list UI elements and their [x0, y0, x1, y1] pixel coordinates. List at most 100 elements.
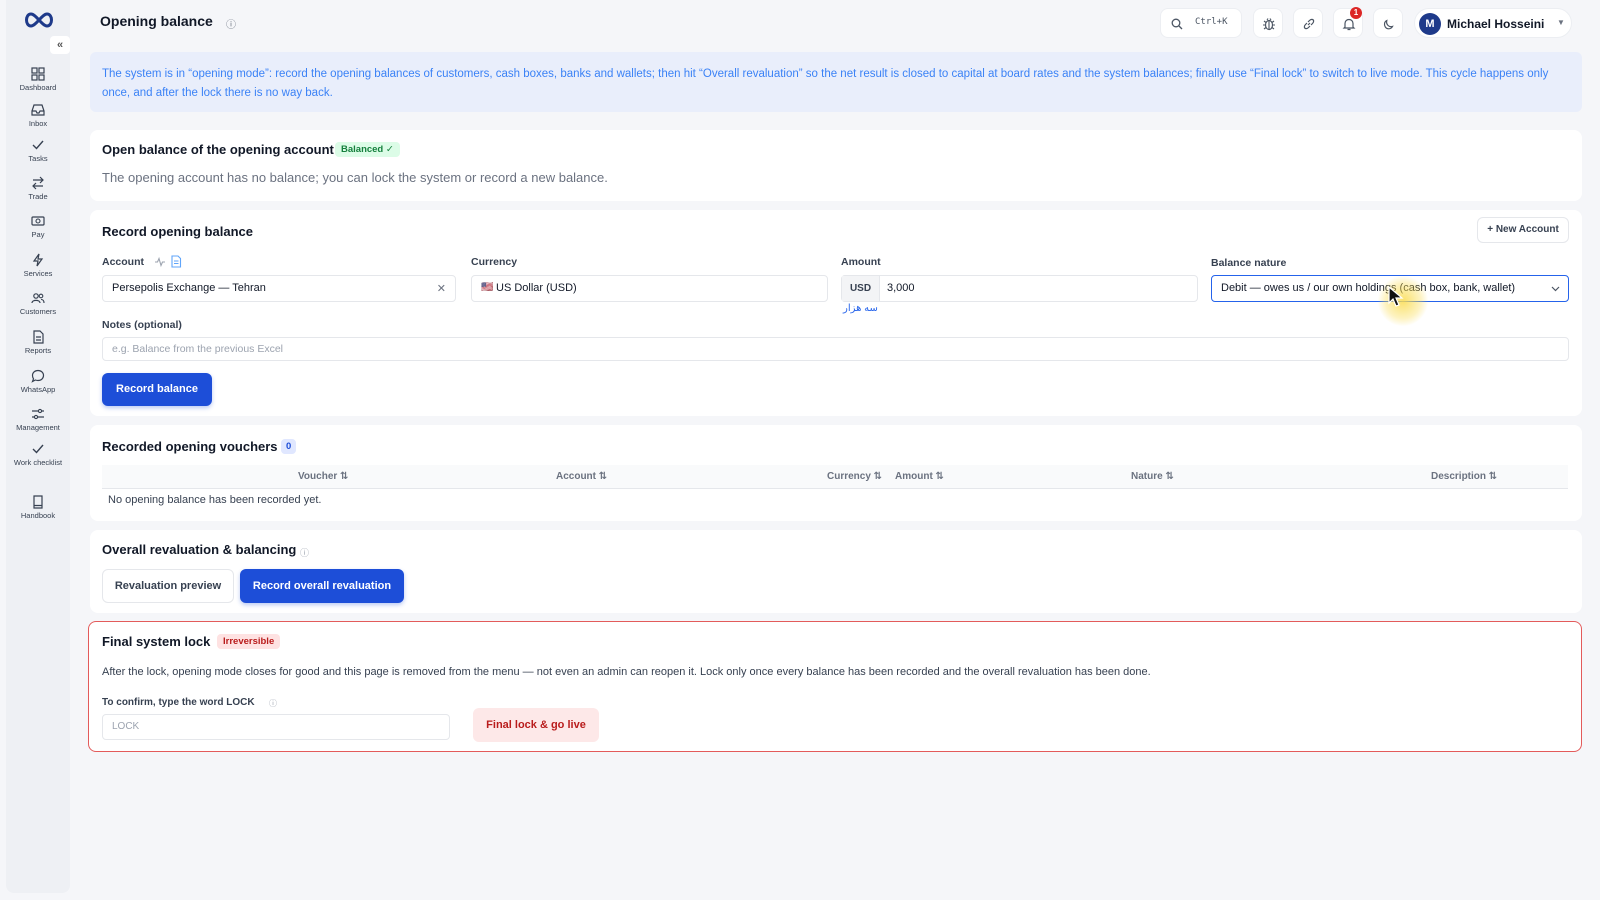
confirm-lock-placeholder: LOCK	[112, 721, 140, 732]
column-nature[interactable]: Nature ⇅	[1131, 471, 1174, 482]
sidebar-item-services[interactable]: Services	[6, 253, 70, 278]
sidebar-item-handbook[interactable]: Handbook	[6, 495, 70, 520]
column-amount[interactable]: Amount ⇅	[895, 471, 944, 482]
bug-report-button[interactable]	[1253, 8, 1283, 38]
amount-in-words: سه هزار	[843, 303, 878, 314]
page-title: Opening balance	[100, 13, 213, 29]
opening-account-card: Open balance of the opening account Bala…	[90, 130, 1582, 201]
account-select[interactable]: Persepolis Exchange — Tehran ✕	[102, 275, 456, 302]
bell-icon	[1342, 18, 1356, 31]
search-button[interactable]: Ctrl+K	[1160, 8, 1242, 38]
status-badge: Balanced ✓	[335, 142, 400, 157]
sidebar-item-label: Customers	[19, 307, 57, 316]
final-lock-title: Final system lock	[102, 634, 211, 649]
sidebar-item-label: Tasks	[28, 154, 48, 163]
pay-icon	[31, 216, 45, 226]
irreversible-badge: Irreversible	[217, 634, 281, 649]
report-icon	[33, 330, 44, 344]
notes-field[interactable]: e.g. Balance from the previous Excel	[102, 337, 1569, 361]
column-currency[interactable]: Currency ⇅	[827, 471, 882, 482]
sidebar: « Dashboard Inbox Tasks Trade Pay Servic…	[6, 0, 70, 893]
vouchers-empty-message: No opening balance has been recorded yet…	[108, 494, 322, 506]
currency-label: Currency	[471, 256, 518, 268]
sidebar-item-work-checklist[interactable]: Work checklist	[6, 442, 70, 467]
notifications-button[interactable]: 1	[1333, 7, 1363, 38]
info-icon[interactable]: ⓘ	[226, 16, 236, 31]
chevron-down-icon	[1551, 286, 1560, 292]
sidebar-item-label: Pay	[31, 230, 45, 239]
clear-account-icon[interactable]: ✕	[437, 282, 446, 295]
confirm-lock-input[interactable]: LOCK	[102, 714, 450, 740]
revaluation-card: Overall revaluation & balancing ⓘ Revalu…	[90, 530, 1582, 613]
activity-icon[interactable]	[154, 256, 166, 268]
amount-field[interactable]: USD 3,000	[841, 275, 1198, 302]
record-balance-label: Record balance	[116, 383, 198, 395]
new-account-label: + New Account	[1487, 224, 1559, 235]
record-form-title: Record opening balance	[102, 224, 253, 239]
bug-icon	[1263, 18, 1275, 31]
opening-account-title: Open balance of the opening account	[102, 142, 334, 157]
account-value: Persepolis Exchange — Tehran	[112, 282, 266, 294]
link-button[interactable]	[1293, 8, 1323, 38]
final-lock-go-live-button[interactable]: Final lock & go live	[473, 708, 599, 742]
info-icon[interactable]: ⓘ	[269, 698, 277, 709]
currency-value: US Dollar (USD)	[496, 282, 577, 294]
amount-currency-prefix: USD	[842, 276, 880, 301]
amount-value: 3,000	[887, 282, 915, 294]
sidebar-item-label: Handbook	[20, 511, 56, 520]
opening-account-message: The opening account has no balance; you …	[102, 170, 608, 185]
vouchers-table-header: Voucher ⇅ Account ⇅ Currency ⇅ Amount ⇅ …	[102, 465, 1568, 489]
sidebar-item-label: Inbox	[28, 119, 48, 128]
final-system-lock-card: Final system lock Irreversible After the…	[88, 621, 1582, 752]
user-name: Michael Hosseini	[1447, 17, 1545, 31]
dark-mode-toggle[interactable]	[1373, 8, 1403, 38]
sidebar-item-dashboard[interactable]: Dashboard	[6, 67, 70, 92]
infinity-logo-icon[interactable]	[22, 10, 56, 30]
opening-mode-info-banner: The system is in “opening mode”: record …	[90, 52, 1582, 112]
us-flag-icon: 🇺🇸	[481, 282, 494, 293]
column-account[interactable]: Account ⇅	[556, 471, 607, 482]
sidebar-item-inbox[interactable]: Inbox	[6, 103, 70, 128]
revaluation-title: Overall revaluation & balancing	[102, 542, 297, 557]
banner-text: The system is in “opening mode”: record …	[102, 68, 1549, 99]
record-overall-revaluation-label: Record overall revaluation	[252, 580, 392, 592]
search-shortcut: Ctrl+K	[1195, 17, 1228, 27]
search-icon	[1171, 18, 1183, 30]
record-overall-revaluation-button[interactable]: Record overall revaluation	[240, 569, 404, 603]
currency-select[interactable]: 🇺🇸 US Dollar (USD)	[471, 275, 828, 302]
revaluation-preview-button[interactable]: Revaluation preview	[102, 569, 234, 603]
chat-icon	[31, 369, 45, 383]
record-balance-button[interactable]: Record balance	[102, 373, 212, 406]
inbox-icon	[31, 104, 45, 116]
confirm-lock-label: To confirm, type the word LOCK	[102, 697, 255, 708]
column-description[interactable]: Description ⇅	[1431, 471, 1497, 482]
sidebar-item-trade[interactable]: Trade	[6, 176, 70, 201]
amount-label: Amount	[841, 256, 881, 268]
dashboard-icon	[31, 67, 45, 81]
vouchers-title: Recorded opening vouchers	[102, 439, 278, 454]
sidebar-item-customers[interactable]: Customers	[6, 291, 70, 316]
record-opening-balance-card: Record opening balance + New Account Acc…	[90, 210, 1582, 416]
account-label: Account	[102, 256, 144, 268]
chevron-down-icon: ▼	[1557, 18, 1565, 27]
new-account-button[interactable]: + New Account	[1477, 217, 1569, 243]
sidebar-item-reports[interactable]: Reports	[6, 330, 70, 355]
users-icon	[31, 293, 45, 304]
notification-count-badge: 1	[1350, 7, 1362, 19]
user-menu[interactable]: M Michael Hosseini ▼	[1414, 8, 1572, 38]
sidebar-item-pay[interactable]: Pay	[6, 214, 70, 239]
column-voucher[interactable]: Voucher ⇅	[298, 471, 348, 482]
final-lock-description: After the lock, opening mode closes for …	[102, 666, 1151, 678]
sidebar-item-management[interactable]: Management	[6, 407, 70, 432]
collapse-sidebar-button[interactable]: «	[50, 36, 70, 54]
info-icon[interactable]: ⓘ	[300, 546, 309, 559]
statement-document-icon[interactable]	[170, 255, 182, 268]
recorded-vouchers-card: Recorded opening vouchers 0 Voucher ⇅ Ac…	[90, 425, 1582, 521]
balance-nature-label: Balance nature	[1211, 257, 1287, 269]
notes-label: Notes (optional)	[102, 319, 182, 331]
sidebar-item-whatsapp[interactable]: WhatsApp	[6, 369, 70, 394]
sidebar-item-tasks[interactable]: Tasks	[6, 138, 70, 163]
sidebar-item-label: Work checklist	[13, 458, 63, 467]
sidebar-item-label: Services	[23, 269, 53, 278]
check-icon	[32, 140, 44, 150]
